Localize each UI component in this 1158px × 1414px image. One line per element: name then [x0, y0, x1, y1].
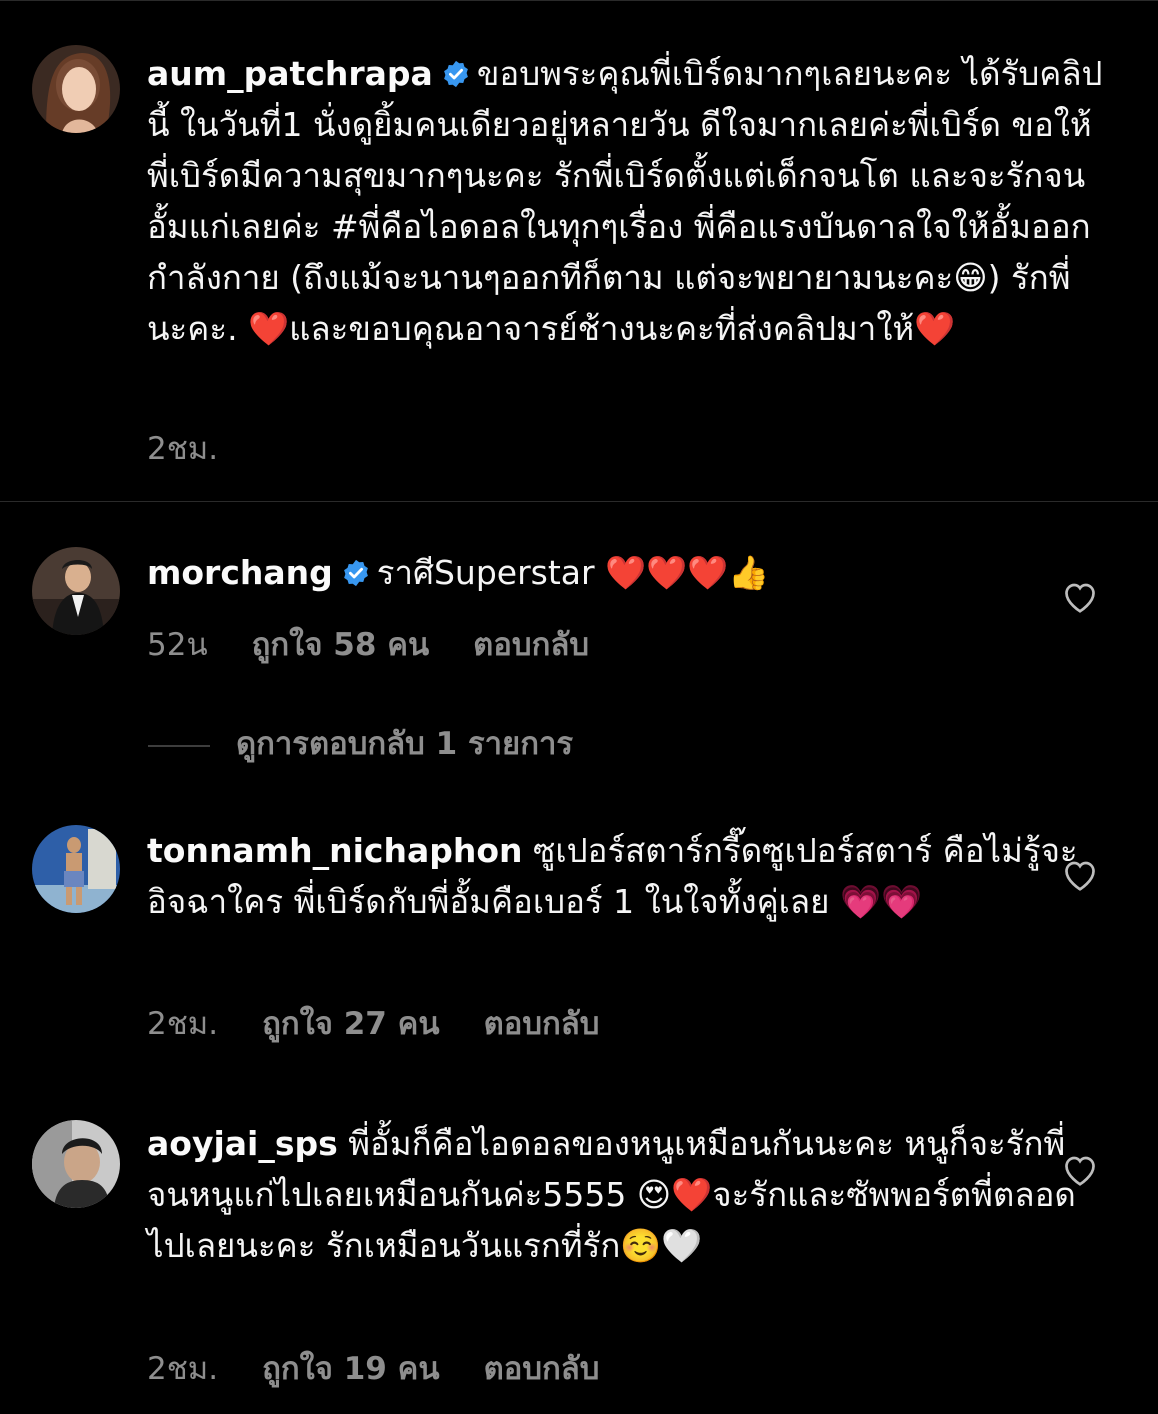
likes-count[interactable]: ถูกใจ 27 คน — [262, 1006, 440, 1042]
avatar[interactable] — [32, 547, 120, 635]
comment-text-block: aoyjai_sps พี่อั้มก็คือไอดอลของหนูเหมือน… — [147, 1118, 1107, 1271]
caption-divider — [0, 501, 1158, 502]
timestamp: 2ชม. — [147, 1006, 219, 1042]
username[interactable]: morchang — [147, 553, 333, 592]
replies-line — [148, 744, 210, 747]
reply-button[interactable]: ตอบกลับ — [484, 1006, 600, 1042]
comment-text-block: aum_patchrapa ขอบพระคุณพี่เบิร์ดมากๆเลยนะ… — [147, 48, 1107, 354]
verified-badge-icon — [343, 559, 368, 587]
heart-outline-icon[interactable] — [1062, 1153, 1098, 1187]
reply-button[interactable]: ตอบกลับ — [484, 1351, 600, 1387]
comment-meta: 52น ถูกใจ 58 คน ตอบกลับ — [147, 619, 633, 669]
reply-button[interactable]: ตอบกลับ — [473, 627, 589, 663]
avatar[interactable] — [32, 1120, 120, 1208]
view-replies-label: ดูการตอบกลับ 1 รายการ — [236, 726, 574, 762]
likes-count[interactable]: ถูกใจ 19 คน — [262, 1351, 440, 1387]
comment-meta: 2ชม. ถูกใจ 27 คน ตอบกลับ — [147, 998, 643, 1048]
heart-outline-icon[interactable] — [1062, 858, 1098, 892]
timestamp: 2ชม. — [147, 431, 219, 467]
view-replies-button[interactable]: ดูการตอบกลับ 1 รายการ — [148, 718, 573, 768]
comment-text: ราศีSuperstar ❤️❤️❤️👍 — [376, 553, 770, 592]
comment-meta: 2ชม. ถูกใจ 19 คน ตอบกลับ — [147, 1343, 643, 1393]
verified-badge-icon — [443, 60, 468, 88]
timestamp: 52น — [147, 627, 208, 663]
likes-count[interactable]: ถูกใจ 58 คน — [252, 627, 430, 663]
username[interactable]: aoyjai_sps — [147, 1124, 338, 1163]
heart-outline-icon[interactable] — [1062, 580, 1098, 614]
timestamp: 2ชม. — [147, 1351, 219, 1387]
comment-text-block: morchang ราศีSuperstar ❤️❤️❤️👍 — [147, 547, 1107, 598]
username[interactable]: tonnamh_nichaphon — [147, 831, 523, 870]
username[interactable]: aum_patchrapa — [147, 54, 433, 93]
comment-text-block: tonnamh_nichaphon ซูเปอร์สตาร์กรี๊ดซูเปอ… — [147, 825, 1107, 927]
avatar[interactable] — [32, 825, 120, 913]
comment-meta: 2ชม. — [147, 423, 262, 473]
comment-text: ขอบพระคุณพี่เบิร์ดมากๆเลยนะคะ ได้รับคลิป… — [147, 54, 1103, 348]
avatar[interactable] — [32, 45, 120, 133]
top-border — [0, 0, 1158, 1]
